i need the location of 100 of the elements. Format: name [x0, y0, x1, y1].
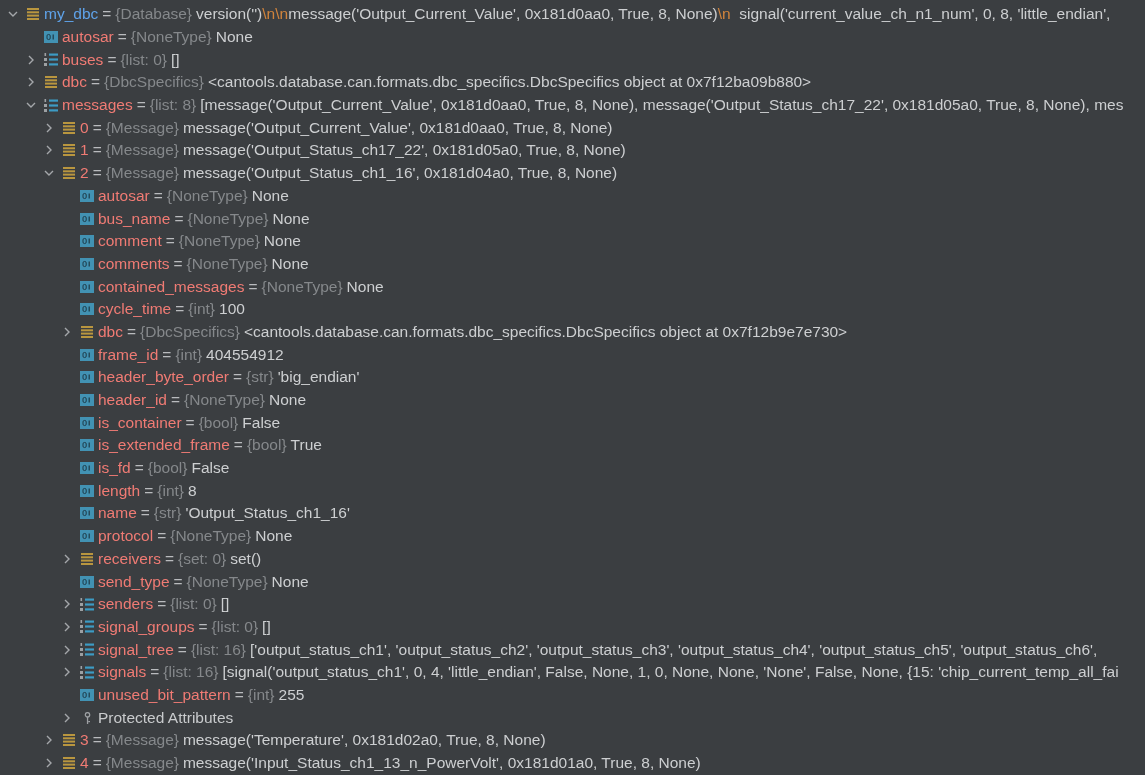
chevron-icon[interactable]: [26, 77, 36, 88]
equals-sign: =: [107, 50, 117, 69]
field-icon: [80, 394, 94, 407]
numbered-list-icon: [80, 597, 94, 611]
equals-sign: =: [140, 504, 150, 523]
variable-value: ['output_status_ch1', 'output_status_ch2', 'output_status_ch3', 'output_status_ch4', 'output_status_ch5', 'output_status_ch6',: [250, 640, 1098, 659]
type-label: {NoneType}: [166, 186, 248, 205]
chevron-icon[interactable]: [62, 553, 72, 564]
group-label[interactable]: Protected Attributes: [98, 708, 234, 727]
variable-value: message('Output_Status_ch17_22', 0x181d05a0, True, 8, None): [182, 141, 626, 160]
type-label: {list: 8}: [149, 96, 197, 115]
variable-name: unused_bit_pattern: [98, 685, 231, 704]
equals-sign: =: [92, 164, 102, 183]
variable-value: message('Temperature', 0x181d02a0, True, 8, None): [182, 731, 546, 750]
variable-name: signal_tree: [98, 640, 174, 659]
variable-name: is_extended_frame: [98, 436, 230, 455]
equals-sign: =: [233, 368, 243, 387]
variable-name: 3: [80, 731, 89, 750]
field-icon: [80, 235, 94, 248]
variable-value: message('Output_Status_ch1_16', 0x181d04a0, True, 8, None): [182, 164, 618, 183]
chevron-icon[interactable]: [62, 712, 72, 723]
variable-name: length: [98, 481, 141, 500]
chevron-icon[interactable]: [44, 145, 54, 156]
chevron-icon[interactable]: [44, 758, 54, 769]
equals-sign: =: [136, 96, 146, 115]
variable-name: autosar: [62, 28, 114, 47]
chevron-icon[interactable]: [44, 735, 54, 746]
equals-sign: =: [153, 186, 163, 205]
bars-icon: [63, 167, 75, 180]
chevron-icon[interactable]: [62, 667, 72, 678]
bars-icon: [63, 121, 75, 134]
variable-value: None: [272, 209, 310, 228]
equals-sign: =: [185, 413, 195, 432]
chevron-icon[interactable]: [62, 644, 72, 655]
equals-sign: =: [92, 141, 102, 160]
variable-name: contained_messages: [98, 277, 245, 296]
equals-sign: =: [170, 391, 180, 410]
chevron-icon[interactable]: [26, 54, 36, 65]
equals-sign: =: [177, 640, 187, 659]
type-label: {DbcSpecifics}: [104, 73, 204, 92]
field-icon: [80, 303, 94, 316]
equals-sign: =: [173, 572, 183, 591]
equals-sign: =: [91, 73, 101, 92]
numbered-list-icon: [80, 620, 94, 634]
type-label: {list: 16}: [190, 640, 247, 659]
variable-value: message('Output_Current_Value', 0x181d0aa0, True, 8, None): [182, 118, 613, 137]
variable-name: messages: [62, 96, 133, 115]
variable-value: None: [251, 186, 289, 205]
variable-name: senders: [98, 595, 154, 614]
type-label: {Message}: [105, 754, 179, 773]
variable-value: None: [255, 527, 293, 546]
equals-sign: =: [92, 118, 102, 137]
type-label: {Message}: [105, 141, 179, 160]
variable-value: 255: [278, 685, 305, 704]
variable-value: [message('Output_Current_Value', 0x181d0aa0, True, 8, None), message('Output_Status_ch17_22', 0x181d05a0, True, 8, None), mes: [200, 96, 1124, 115]
chevron-icon[interactable]: [62, 599, 72, 610]
variable-value: version('')\n\nmessage('Output_Current_Value', 0x181d0aa0, True, 8, None)\n signal('current_value_ch_n1_num', 0, 8, 'little_endian',: [196, 5, 1111, 24]
variable-name: signals: [98, 663, 147, 682]
equals-sign: =: [173, 254, 183, 273]
type-label: {NoneType}: [130, 28, 212, 47]
equals-sign: =: [162, 345, 172, 364]
variable-name: 4: [80, 754, 89, 773]
type-label: {DbcSpecifics}: [140, 322, 240, 341]
equals-sign: =: [174, 209, 184, 228]
type-label: {Message}: [105, 731, 179, 750]
equals-sign: =: [134, 459, 144, 478]
variable-value: [signal('output_status_ch1', 0, 4, 'little_endian', False, None, 1, 0, None, None, 'None', False, None, {15: 'chip_current_temp_all_fai: [222, 663, 1119, 682]
variable-name: receivers: [98, 549, 161, 568]
variable-name: autosar: [98, 186, 150, 205]
chevron-icon[interactable]: [62, 326, 72, 337]
variable-value: message('Input_Status_ch1_13_n_PowerVolt', 0x181d01a0, True, 8, None): [182, 754, 701, 773]
field-icon: [44, 31, 58, 44]
variable-name: 1: [80, 141, 89, 160]
chevron-icon[interactable]: [62, 621, 72, 632]
variable-value: []: [262, 617, 271, 636]
type-label: {str}: [153, 504, 182, 523]
equals-sign: =: [198, 617, 208, 636]
type-label: {set: 0}: [177, 549, 227, 568]
numbered-list-icon: [80, 665, 94, 679]
variable-name: dbc: [62, 73, 87, 92]
bars-icon: [63, 144, 75, 157]
type-label: {bool}: [246, 436, 287, 455]
variable-name: buses: [62, 50, 104, 69]
type-label: {int}: [157, 481, 185, 500]
type-label: {bool}: [147, 459, 188, 478]
equals-sign: =: [92, 754, 102, 773]
variable-name: header_id: [98, 391, 167, 410]
variable-value: True: [290, 436, 322, 455]
type-label: {Message}: [105, 118, 179, 137]
equals-sign: =: [165, 232, 175, 251]
field-icon: [80, 575, 94, 588]
type-label: {NoneType}: [178, 232, 260, 251]
variable-value: 100: [219, 300, 245, 319]
variable-name: send_type: [98, 572, 170, 591]
field-icon: [80, 530, 94, 543]
variable-name: 2: [80, 164, 89, 183]
variable-name: signal_groups: [98, 617, 195, 636]
variable-name: is_fd: [98, 459, 131, 478]
chevron-icon[interactable]: [44, 122, 54, 133]
type-label: {NoneType}: [187, 209, 269, 228]
